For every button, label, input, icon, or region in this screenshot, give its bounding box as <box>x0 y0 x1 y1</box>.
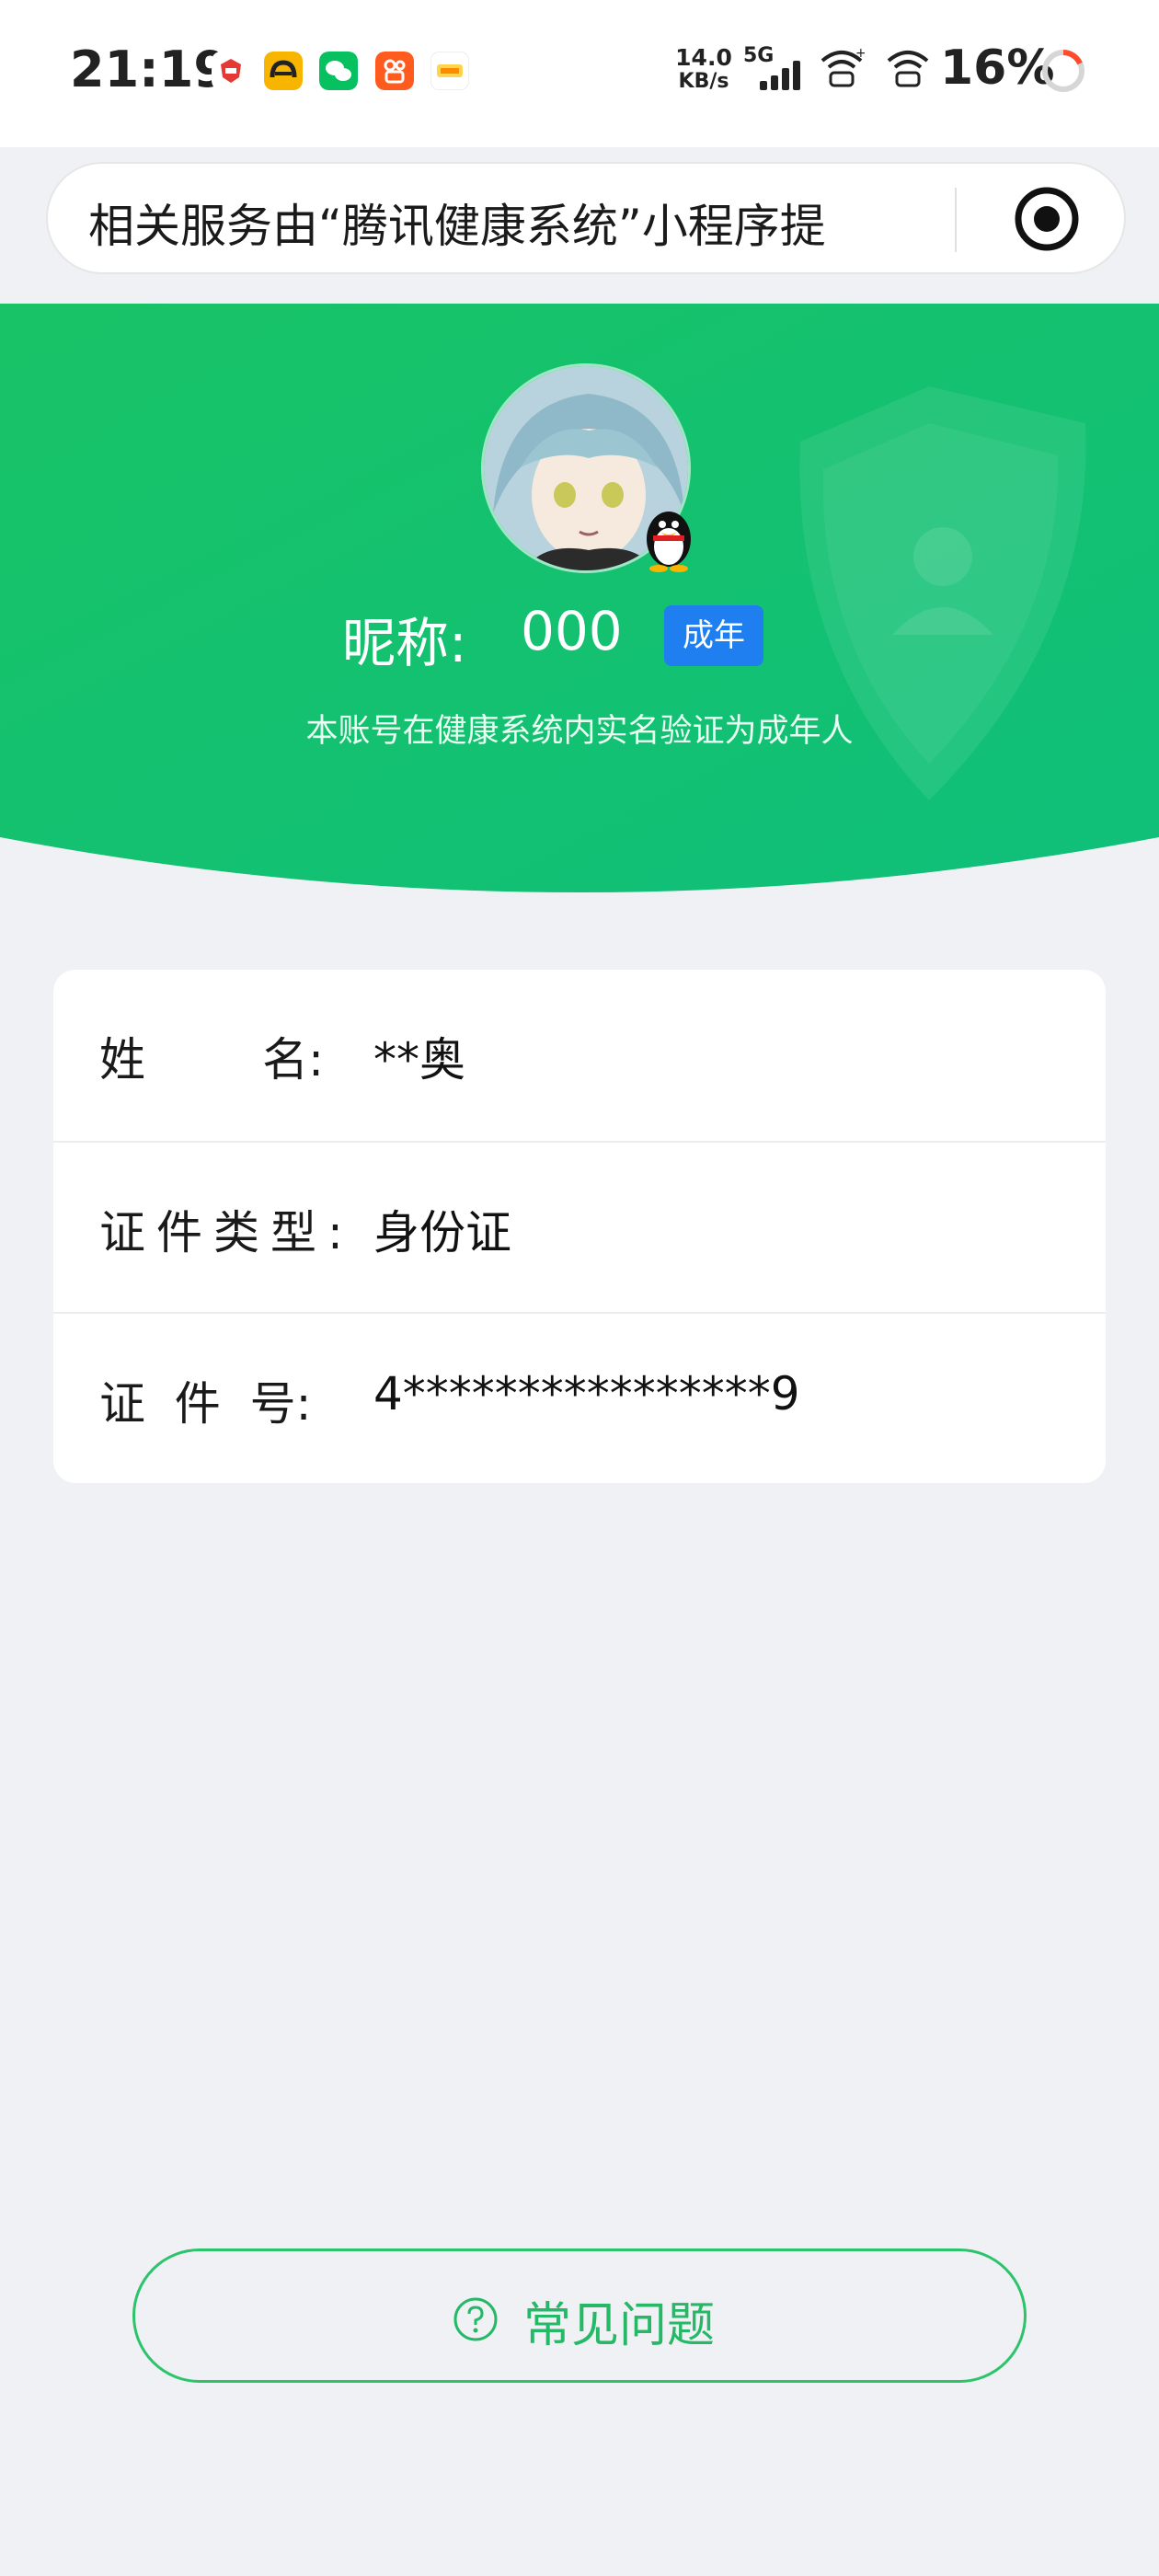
row-label: 证 件 号: <box>99 1377 312 1431</box>
row-value: **奥 <box>373 1033 465 1087</box>
kuaishou-app-icon <box>375 52 414 90</box>
status-bar: 21:19 14.0 KB/s 5G + 16% <box>0 0 1159 147</box>
row-label: 证件类型: <box>99 1206 354 1259</box>
status-time: 21:19 <box>70 40 228 98</box>
divider <box>955 188 957 252</box>
identity-info-card: 姓 名: **奥 证件类型: 身份证 证 件 号: 4*************… <box>53 970 1106 1483</box>
signal-icon <box>760 61 800 90</box>
wifi-hotspot-icon <box>887 51 929 87</box>
row-value: 4****************9 <box>373 1367 800 1420</box>
battery-ring-icon <box>1042 50 1084 92</box>
nickname-value: 000 <box>521 600 623 662</box>
notice-text: 相关服务由“腾讯健康系统”小程序提 <box>88 200 826 253</box>
row-value: 身份证 <box>373 1206 511 1259</box>
battery-level: 16% <box>940 40 1055 96</box>
adult-badge: 成年 <box>664 605 763 666</box>
nickname-label: 昵称: <box>342 612 467 674</box>
didi-app-icon <box>264 52 303 90</box>
row-label: 姓 名: <box>99 1033 324 1087</box>
faq-label: 常见问题 <box>523 2298 716 2353</box>
verification-text: 本账号在健康系统内实名验证为成年人 <box>305 713 854 750</box>
wifi-icon: + <box>820 48 865 87</box>
info-row-id-type: 证件类型: 身份证 <box>53 1141 1106 1312</box>
qq-penguin-icon <box>647 512 691 572</box>
svg-text:+: + <box>855 48 865 61</box>
info-row-id-number: 证 件 号: 4****************9 <box>53 1312 1106 1483</box>
record-icon[interactable] <box>1014 186 1080 252</box>
mini-program-notice-bar[interactable]: 相关服务由“腾讯健康系统”小程序提 <box>46 162 1126 274</box>
app-notification-icon <box>212 52 250 90</box>
info-row-name: 姓 名: **奥 <box>53 970 1106 1141</box>
faq-button[interactable]: 常见问题 <box>132 2248 1027 2383</box>
kuaidi100-app-icon <box>430 52 469 90</box>
network-speed: 14.0 KB/s <box>675 44 732 94</box>
question-circle-icon <box>453 2297 498 2341</box>
wechat-app-icon <box>319 52 358 90</box>
